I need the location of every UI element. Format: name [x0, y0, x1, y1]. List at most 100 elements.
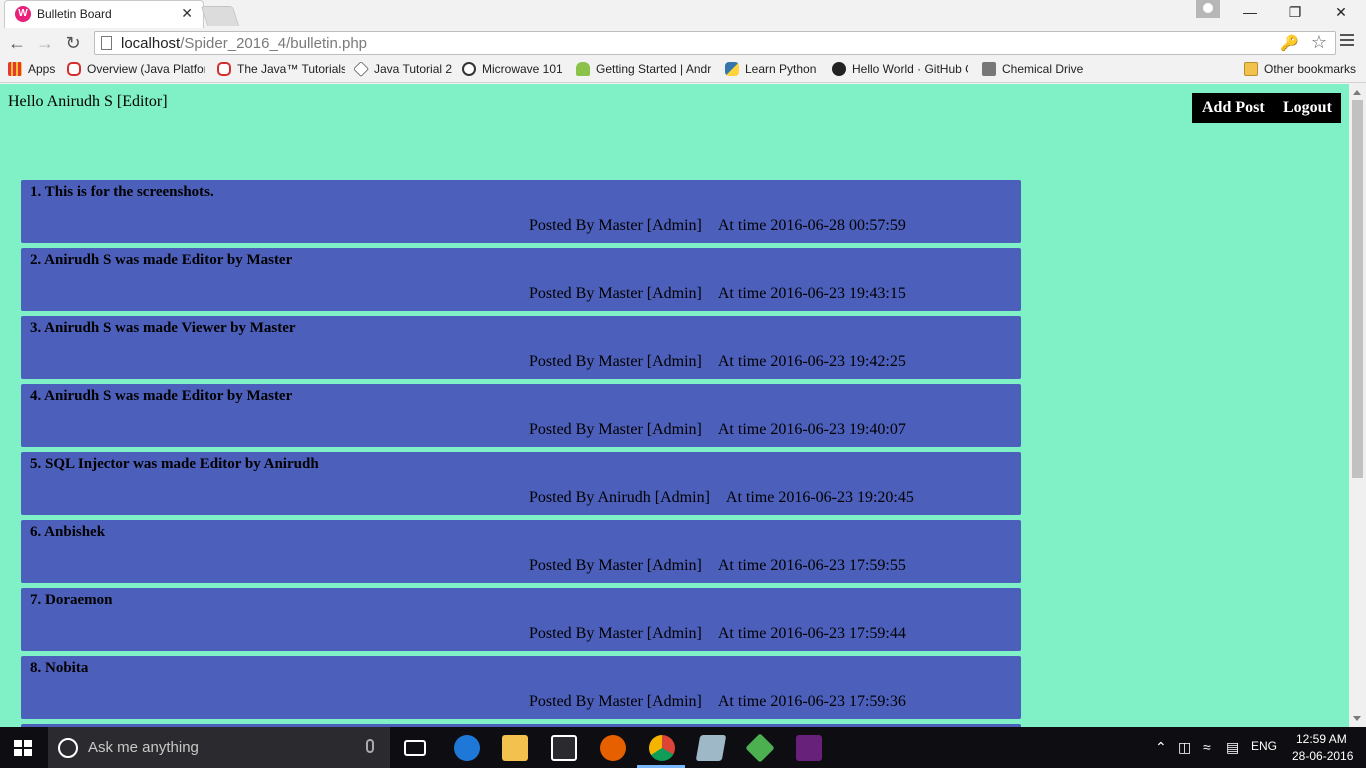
bookmark-label: Hello World · GitHub G — [852, 62, 968, 76]
post-author: Posted By Master [Admin] — [529, 353, 702, 370]
back-arrow-icon[interactable]: ← — [6, 32, 28, 54]
browser-titlebar: W Bulletin Board ✕ — ❐ ✕ — [0, 0, 1366, 28]
scroll-down-arrow-icon[interactable] — [1353, 716, 1361, 721]
post-time: At time 2016-06-23 19:42:25 — [717, 353, 906, 370]
forward-arrow-icon[interactable]: → — [34, 32, 56, 54]
post-title: 1. This is for the screenshots. — [30, 184, 214, 200]
scroll-thumb[interactable] — [1352, 100, 1363, 478]
post-meta: Posted By Master [Admin] At time 2016-06-… — [529, 353, 906, 371]
browser-toolbar: ← → ↻ localhost/Spider_2016_4/bulletin.p… — [0, 28, 1366, 58]
action-center-icon[interactable]: ▤ — [1226, 739, 1239, 756]
bookmark-label: Overview (Java Platfor — [87, 62, 205, 76]
bookmark-other-bookmarks[interactable]: Other bookmarks — [1244, 62, 1362, 78]
search-placeholder: Ask me anything — [88, 739, 199, 756]
cortana-icon — [58, 738, 78, 758]
battery-icon[interactable]: ◫ — [1178, 739, 1191, 756]
url-host: localhost — [121, 35, 181, 52]
user-greeting: Hello Anirudh S [Editor] — [8, 93, 168, 110]
wamp-favicon-icon: W — [15, 6, 31, 22]
bookmark-android-getting-started[interactable]: Getting Started | Andr — [576, 62, 712, 78]
logout-link[interactable]: Logout — [1283, 99, 1332, 117]
chrome-menu-icon[interactable] — [1340, 34, 1354, 50]
post-title: 4. Anirudh S was made Editor by Master — [30, 388, 293, 404]
bookmark-label: Chemical Drive — [1002, 62, 1084, 76]
minimize-icon[interactable]: — — [1227, 0, 1273, 26]
firefox-icon[interactable] — [600, 735, 626, 761]
post-title: 5. SQL Injector was made Editor by Aniru… — [30, 456, 319, 472]
bookmark-label: Microwave 101 — [482, 62, 563, 76]
file-explorer-icon[interactable] — [502, 735, 528, 761]
visual-studio-icon[interactable] — [796, 735, 822, 761]
post-meta: Posted By Master [Admin] At time 2016-06-… — [529, 285, 906, 303]
post-author: Posted By Master [Admin] — [529, 421, 702, 438]
page-scrollbar[interactable] — [1349, 84, 1366, 727]
post-card: 1. This is for the screenshots. Posted B… — [21, 180, 1021, 243]
post-author: Posted By Master [Admin] — [529, 693, 702, 710]
post-card: 5. SQL Injector was made Editor by Aniru… — [21, 452, 1021, 515]
oracle-icon — [67, 62, 81, 76]
post-card: 3. Anirudh S was made Viewer by Master P… — [21, 316, 1021, 379]
clock-date[interactable]: 28-06-2016 — [1292, 749, 1353, 763]
microphone-icon[interactable] — [366, 739, 374, 753]
github-icon — [832, 62, 846, 76]
post-meta: Posted By Master [Admin] At time 2016-06-… — [529, 421, 906, 439]
window-close-icon[interactable]: ✕ — [1318, 0, 1364, 26]
browser-tab-active[interactable]: W Bulletin Board ✕ — [4, 0, 204, 28]
url-text[interactable]: localhost/Spider_2016_4/bulletin.php — [121, 35, 367, 52]
post-time: At time 2016-06-23 17:59:36 — [717, 693, 906, 710]
top-nav: Add Post Logout — [1192, 93, 1341, 123]
store-icon[interactable] — [551, 735, 577, 761]
python-icon — [725, 62, 739, 76]
post-time: At time 2016-06-23 19:20:45 — [725, 489, 914, 506]
bookmark-java-overview[interactable]: Overview (Java Platfor — [67, 62, 205, 78]
post-title: 2. Anirudh S was made Editor by Master — [30, 252, 293, 268]
post-card: 7. Doraemon Posted By Master [Admin] At t… — [21, 588, 1021, 651]
bookmark-hello-world-github[interactable]: Hello World · GitHub G — [832, 62, 968, 78]
wifi-icon[interactable]: ≈ — [1203, 739, 1211, 755]
bookmark-chemical-drive[interactable]: Chemical Drive — [982, 62, 1092, 78]
restore-icon[interactable]: ❐ — [1272, 0, 1318, 26]
bookmark-java-tutorial-2[interactable]: Java Tutorial 2 — [354, 62, 454, 78]
android-icon — [576, 62, 590, 76]
bookmark-label: Learn Python — [745, 62, 817, 76]
key-icon[interactable]: 🔑 — [1280, 34, 1299, 52]
bookmark-apps[interactable]: Apps — [8, 62, 60, 78]
tab-close-icon[interactable]: ✕ — [181, 5, 193, 22]
reload-icon[interactable]: ↻ — [62, 32, 84, 54]
post-author: Posted By Master [Admin] — [529, 625, 702, 642]
bookmark-label: Other bookmarks — [1264, 62, 1357, 76]
post-title: 3. Anirudh S was made Viewer by Master — [30, 320, 296, 336]
post-title: 8. Nobita — [30, 660, 89, 676]
bookmark-learn-python[interactable]: Learn Python — [725, 62, 821, 78]
task-view-icon[interactable] — [404, 740, 426, 756]
profile-icon[interactable] — [1196, 0, 1220, 18]
scroll-up-arrow-icon[interactable] — [1353, 90, 1361, 95]
post-meta: Posted By Anirudh [Admin] At time 2016-06… — [529, 489, 914, 507]
cortana-search-box[interactable]: Ask me anything — [48, 727, 390, 768]
chrome-icon[interactable] — [649, 735, 675, 761]
add-post-link[interactable]: Add Post — [1202, 99, 1265, 117]
address-bar[interactable]: localhost/Spider_2016_4/bulletin.php 🔑 ☆ — [94, 31, 1336, 55]
post-time: At time 2016-06-28 00:57:59 — [717, 217, 906, 234]
post-time: At time 2016-06-23 17:59:55 — [717, 557, 906, 574]
bookmark-star-icon[interactable]: ☆ — [1311, 32, 1327, 53]
windows-start-icon[interactable] — [14, 740, 32, 756]
post-time: At time 2016-06-23 19:40:07 — [717, 421, 906, 438]
diamond-icon — [354, 62, 369, 77]
input-language[interactable]: ENG — [1251, 739, 1277, 753]
oracle-icon — [217, 62, 231, 76]
notepad-icon[interactable] — [695, 735, 727, 761]
edge-browser-icon[interactable] — [454, 735, 480, 761]
post-card: 8. Nobita Posted By Master [Admin] At tim… — [21, 656, 1021, 719]
post-card: 6. Anbishek Posted By Master [Admin] At t… — [21, 520, 1021, 583]
git-icon[interactable] — [745, 733, 775, 763]
clock-time[interactable]: 12:59 AM — [1296, 732, 1347, 746]
tray-expand-icon[interactable]: ⌃ — [1155, 739, 1167, 756]
new-tab-button[interactable] — [200, 6, 240, 26]
bookmarks-bar: Apps Overview (Java Platfor The Java™ Tu… — [0, 58, 1366, 83]
chemical-drive-icon — [982, 62, 996, 76]
bookmark-microwave-101[interactable]: Microwave 101 — [462, 62, 568, 78]
bookmark-java-tutorials[interactable]: The Java™ Tutorials — [217, 62, 345, 78]
tab-title: Bulletin Board — [37, 7, 112, 21]
windows-taskbar: Ask me anything ⌃ ◫ ≈ ▤ ENG 12:59 AM 28-… — [0, 727, 1366, 768]
